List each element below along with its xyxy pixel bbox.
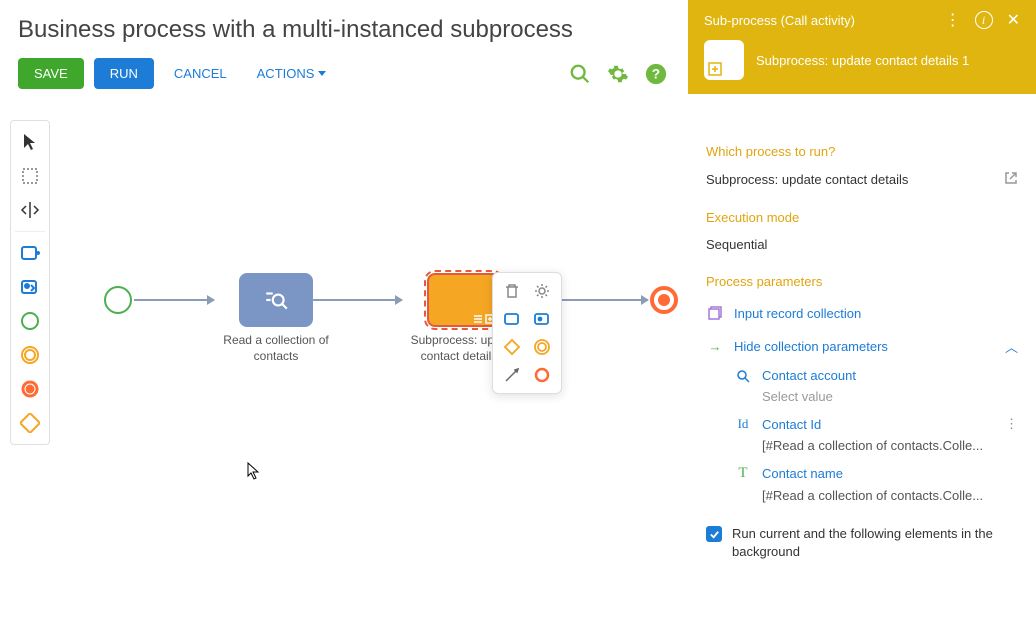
flow-option[interactable] [500,363,524,387]
toolbar: SAVE RUN CANCEL ACTIONS ? [18,58,670,89]
gear-icon[interactable] [604,60,632,88]
input-record-link[interactable]: Input record collection [734,306,861,321]
sequence-flow[interactable] [134,299,214,301]
end-event-node[interactable] [650,286,678,314]
subprocess-node[interactable] [427,273,501,327]
run-background-label: Run current and the following elements i… [732,525,1018,561]
arrow-right-icon: → [706,339,724,354]
contact-account-value[interactable]: Select value [734,387,1018,412]
intermediate-event-option[interactable] [530,335,554,359]
hide-collection-toggle[interactable]: Hide collection parameters [734,339,888,354]
execution-mode-value[interactable]: Sequential [706,237,767,252]
end-event-option[interactable] [530,363,554,387]
lasso-tool[interactable] [15,195,45,225]
cursor-icon [247,462,261,480]
start-event-shape[interactable] [15,306,45,336]
help-icon[interactable]: ? [642,60,670,88]
intermediate-event-shape[interactable] [15,340,45,370]
read-task-label: Read a collection of contacts [216,333,336,364]
cancel-button[interactable]: CANCEL [164,58,237,89]
gear-icon[interactable] [530,279,554,303]
open-link-icon[interactable] [1004,171,1018,188]
search-icon [734,369,752,383]
contact-id-param[interactable]: Contact Id [762,417,821,432]
pointer-tool[interactable] [15,127,45,157]
run-button[interactable]: RUN [94,58,154,89]
contact-account-param[interactable]: Contact account [762,368,856,383]
execution-mode-label: Execution mode [706,210,1018,225]
user-task-shape[interactable] [15,272,45,302]
contact-name-value[interactable]: [#Read a collection of contacts.Colle... [734,486,1018,511]
contact-name-param[interactable]: Contact name [762,466,843,481]
node-context-menu [492,272,562,394]
select-tool[interactable] [15,161,45,191]
palette [10,120,50,445]
which-process-label: Which process to run? [706,144,1018,159]
actions-dropdown[interactable]: ACTIONS [247,58,337,89]
svg-text:?: ? [652,66,660,81]
actions-label: ACTIONS [257,66,315,81]
more-icon[interactable]: ⋮ [1005,416,1018,432]
gateway-shape-option[interactable] [500,335,524,359]
search-icon[interactable] [566,60,594,88]
task-shape[interactable] [15,238,45,268]
chevron-up-icon[interactable]: ︿ [1005,337,1018,356]
info-icon[interactable]: i [975,11,993,29]
canvas[interactable]: Read a collection of contacts Subprocess… [60,120,688,620]
caret-down-icon [318,71,326,76]
element-type-label: Sub-process (Call activity) [704,13,855,28]
user-task-shape-option[interactable] [530,307,554,331]
page-title: Business process with a multi-instanced … [18,16,670,44]
delete-icon[interactable] [500,279,524,303]
properties-panel: Sub-process (Call activity) ⋮ i ✕ Subpro… [688,0,1036,620]
start-event-node[interactable] [104,286,132,314]
collection-icon [706,305,724,321]
more-icon[interactable]: ⋮ [945,10,961,30]
multi-instance-icon [473,312,483,322]
sequence-flow[interactable] [312,299,402,301]
read-task-node[interactable] [239,273,313,327]
element-name: Subprocess: update contact details 1 [756,53,969,68]
element-thumbnail [704,40,744,80]
save-button[interactable]: SAVE [18,58,84,89]
run-background-checkbox[interactable] [706,526,722,542]
contact-id-value[interactable]: [#Read a collection of contacts.Colle... [734,436,1018,461]
which-process-value[interactable]: Subprocess: update contact details [706,172,908,187]
end-event-shape[interactable] [15,374,45,404]
text-icon: T [734,465,752,482]
task-shape-option[interactable] [500,307,524,331]
id-icon: Id [734,416,752,432]
gateway-shape[interactable] [15,408,45,438]
process-parameters-label: Process parameters [706,274,1018,289]
close-icon[interactable]: ✕ [1007,10,1020,30]
